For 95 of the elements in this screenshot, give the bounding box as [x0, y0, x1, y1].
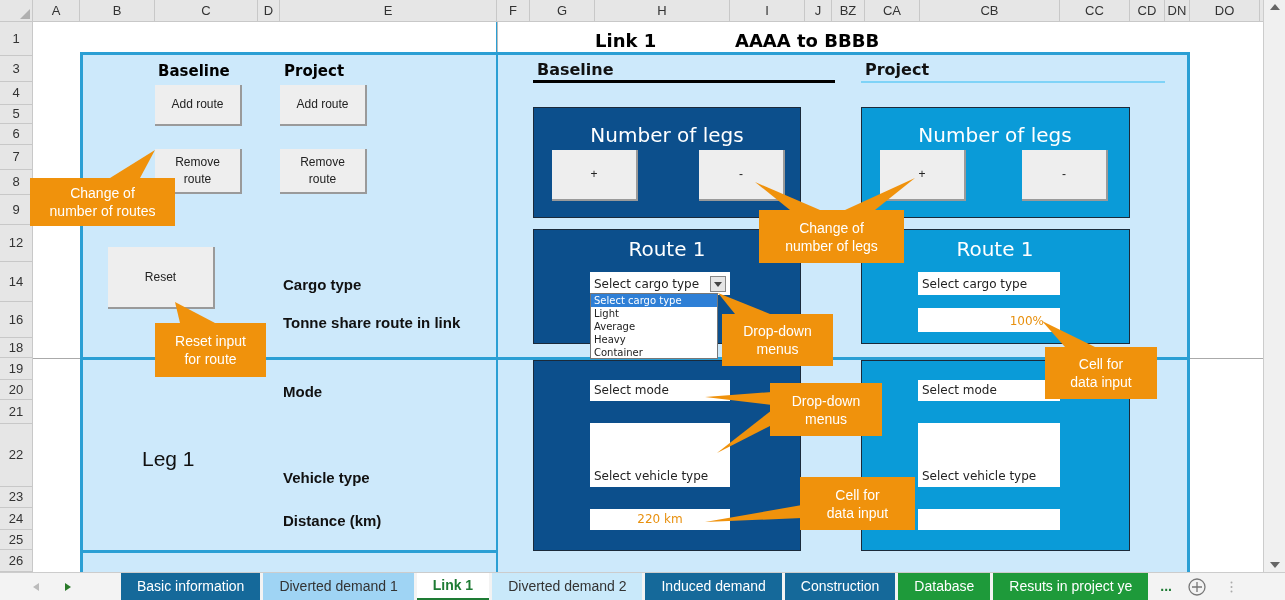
sheet-button[interactable]: Remove route	[155, 149, 242, 194]
row-header[interactable]: 4	[0, 82, 33, 105]
callout: Cell for data input	[800, 477, 915, 530]
row-header[interactable]: 21	[0, 400, 33, 424]
row-header[interactable]: 19	[0, 358, 33, 380]
sheet-button[interactable]: Add route	[155, 85, 242, 126]
column-header[interactable]: CC	[1060, 0, 1130, 21]
callout-pointer	[175, 302, 215, 323]
field-label: Vehicle type	[283, 468, 370, 488]
sheet-button[interactable]: +	[880, 150, 966, 201]
callout-pointer	[718, 293, 770, 314]
add-sheet-icon[interactable]	[1187, 577, 1206, 596]
sheet-tab[interactable]: Resuts in project ye	[993, 573, 1149, 600]
column-header[interactable]: DO	[1190, 0, 1260, 21]
column-header[interactable]: CA	[865, 0, 920, 21]
column-header[interactable]: B	[80, 0, 155, 21]
sheet-tab[interactable]: Construction	[784, 573, 896, 600]
sheet-tab[interactable]: Link 1	[416, 573, 490, 600]
section-heading: Project	[865, 59, 930, 81]
row-header[interactable]: 23	[0, 487, 33, 508]
cargo-type-dropdown[interactable]: Select cargo type	[590, 272, 730, 295]
column-header[interactable]: E	[280, 0, 497, 21]
dropdown-option[interactable]: Light	[591, 307, 717, 320]
sheet-tab[interactable]: Induced demand	[645, 573, 782, 600]
column-header[interactable]: D	[258, 0, 280, 21]
row-header[interactable]: 6	[0, 124, 33, 145]
field-label: Tonne share route in link	[283, 313, 461, 333]
column-heading: Baseline	[158, 61, 230, 82]
dropdown-option[interactable]: Select cargo type	[591, 294, 717, 307]
column-header[interactable]: BZ	[832, 0, 865, 21]
sheet-button[interactable]: Remove route	[280, 149, 367, 194]
column-header[interactable]: I	[730, 0, 805, 21]
callout-pointer	[845, 178, 915, 210]
callout-pointer	[1042, 321, 1095, 347]
row-header[interactable]: 22	[0, 424, 33, 487]
vehicle-type-dropdown[interactable]: Select vehicle type	[918, 423, 1060, 487]
distance-field[interactable]	[918, 509, 1060, 530]
leg-label: Leg 1	[142, 446, 195, 472]
column-header[interactable]: CB	[920, 0, 1060, 21]
callout-pointer	[755, 182, 820, 210]
column-header[interactable]: G	[530, 0, 595, 21]
field-label: Distance (km)	[283, 511, 382, 531]
sheet-title: Link 1	[595, 29, 657, 53]
panel-title: Number of legs	[590, 122, 744, 149]
dropdown-option[interactable]: Heavy	[591, 333, 717, 346]
column-heading: Project	[284, 61, 345, 82]
sheet-button[interactable]: -	[1022, 150, 1108, 201]
sheet-tab[interactable]: Database	[898, 573, 991, 600]
sheet-button[interactable]: -	[699, 150, 785, 201]
next-sheet-icon[interactable]	[65, 582, 71, 591]
row-header[interactable]: 25	[0, 530, 33, 550]
sheet-tab[interactable]: Diverted demand 1	[263, 573, 414, 600]
column-header[interactable]: H	[595, 0, 730, 21]
row-header[interactable]: 7	[0, 145, 33, 170]
select-all-icon[interactable]	[20, 9, 30, 19]
field-label: Mode	[283, 382, 323, 402]
row-header[interactable]: 20	[0, 380, 33, 400]
scroll-down-icon[interactable]	[1269, 562, 1280, 568]
mode-dropdown[interactable]: Select mode	[918, 380, 1060, 401]
vertical-scrollbar[interactable]	[1263, 0, 1285, 572]
dropdown-option[interactable]: Average	[591, 320, 717, 333]
scroll-up-icon[interactable]	[1269, 4, 1280, 10]
row-header[interactable]: 24	[0, 508, 33, 530]
more-sheets[interactable]: ...	[1160, 576, 1172, 597]
callout-pointer	[717, 410, 772, 453]
column-header[interactable]: A	[33, 0, 80, 21]
row-header[interactable]: 18	[0, 338, 33, 358]
panel-title: Number of legs	[918, 122, 1072, 149]
column-header[interactable]: F	[497, 0, 530, 21]
mode-dropdown[interactable]: Select mode	[590, 380, 730, 401]
section-heading: Baseline	[537, 59, 614, 81]
previous-sheet-icon[interactable]	[33, 582, 39, 591]
dropdown-option[interactable]: Container	[591, 346, 717, 359]
field-label: Cargo type	[283, 275, 362, 295]
vehicle-type-dropdown[interactable]: Select vehicle type	[590, 423, 730, 487]
column-header[interactable]: C	[155, 0, 258, 21]
sheet-tab[interactable]: Diverted demand 2	[492, 573, 643, 600]
column-header[interactable]: J	[805, 0, 832, 21]
panel-title: Route 1	[628, 236, 706, 263]
row-header[interactable]: 16	[0, 302, 33, 338]
row-header[interactable]: 5	[0, 105, 33, 124]
sheet-tab[interactable]: Basic information	[121, 573, 261, 600]
panel-title: Route 1	[956, 236, 1034, 263]
sheet-button[interactable]: Reset	[108, 247, 215, 309]
callout-pointer	[110, 150, 155, 178]
row-header[interactable]: 14	[0, 262, 33, 302]
row-header[interactable]: 3	[0, 56, 33, 82]
sheet-button[interactable]: Add route	[280, 85, 367, 126]
column-header[interactable]: DN	[1165, 0, 1190, 21]
sheet-title: AAAA to BBBB	[735, 29, 880, 53]
callout: Drop-down menus	[770, 383, 882, 436]
row-header[interactable]: 1	[0, 22, 33, 56]
cargo-type-dropdown[interactable]: Select cargo type	[918, 272, 1060, 295]
sheet-button[interactable]: +	[552, 150, 638, 201]
column-header[interactable]: CD	[1130, 0, 1165, 21]
